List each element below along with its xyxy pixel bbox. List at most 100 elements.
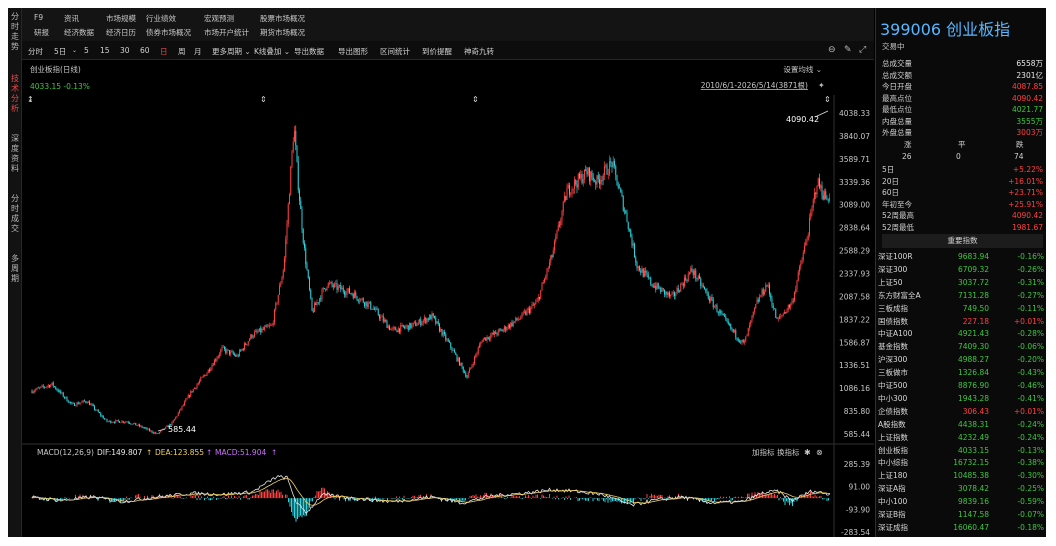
index-row[interactable]: 深证100R 9683.94 -0.16%	[878, 251, 1044, 262]
index-change: -0.07%	[1017, 510, 1044, 519]
index-row[interactable]: 中小300 1943.28 -0.41%	[878, 393, 1044, 404]
index-row[interactable]: 上证180 10485.38 -0.30%	[878, 470, 1044, 481]
index-row[interactable]: 东方财富全A 7131.28 -0.27%	[878, 290, 1044, 301]
index-row[interactable]: 深证成指 16060.47 -0.18%	[878, 522, 1044, 533]
candle-body	[172, 420, 174, 423]
add-indicator-button[interactable]: 加指标	[752, 447, 775, 457]
index-row[interactable]: 中证500 8876.90 -0.46%	[878, 380, 1044, 391]
menu-economic-data[interactable]: 经济数据	[64, 27, 94, 38]
menu-news[interactable]: 资讯	[64, 13, 79, 24]
export-image-button[interactable]: 导出图形	[338, 46, 368, 57]
candle-body	[114, 422, 115, 423]
period-intraday[interactable]: 分时	[28, 46, 43, 57]
kline-overlay-dropdown[interactable]: K线叠加 ⌄	[254, 46, 290, 57]
menu-futures-market-overview[interactable]: 期货市场概况	[260, 27, 305, 38]
minus-circle-icon[interactable]: ⊖	[828, 45, 836, 55]
quote-label: 内盘总量	[882, 116, 912, 126]
index-price: 749.50	[962, 303, 989, 313]
candle-body	[720, 310, 722, 314]
index-row[interactable]: A股指数 4438.31 -0.24%	[878, 419, 1044, 430]
menu-stock-market-overview[interactable]: 股票市场概况	[260, 13, 305, 24]
period-5min[interactable]: 5	[84, 46, 89, 55]
candle-body	[410, 323, 412, 329]
price-tick-label: 3339.36	[839, 178, 870, 187]
candle-body	[282, 270, 284, 277]
range-stats-button[interactable]: 区间统计	[380, 46, 410, 57]
menu-macro-forecast[interactable]: 宏观预测	[204, 13, 234, 24]
close-icon[interactable]: ⊗	[816, 448, 823, 457]
index-row[interactable]: 基金指数 7409.30 -0.06%	[878, 341, 1044, 352]
index-price: 6709.32	[957, 264, 989, 274]
candle-body	[674, 292, 675, 296]
gear-icon[interactable]: ✱	[804, 448, 811, 457]
candle-body	[459, 357, 460, 366]
period-monthly[interactable]: 月	[194, 46, 202, 57]
side-tab-multi-period[interactable]: 多周期	[8, 254, 22, 284]
candle-body	[479, 344, 480, 348]
index-row[interactable]: 创业板指 4033.15 -0.13%	[878, 445, 1044, 456]
candle-body	[625, 210, 627, 213]
side-tab-technical[interactable]: 技术分析	[8, 74, 22, 114]
period-30min[interactable]: 30	[120, 46, 130, 55]
candle-body	[679, 291, 680, 293]
side-tab-depth[interactable]: 深度资料	[8, 134, 22, 174]
pin-icon[interactable]: ✦	[818, 81, 825, 90]
menu-research[interactable]: 研报	[34, 27, 49, 38]
marker-icon[interactable]: ⇕	[824, 95, 831, 104]
period-5day-caret[interactable]: ⌄	[72, 47, 77, 54]
switch-indicator-button[interactable]: 换指标	[777, 447, 800, 457]
period-weekly[interactable]: 周	[178, 46, 186, 57]
index-row[interactable]: 上证50 3037.72 -0.31%	[878, 277, 1044, 288]
candle-body	[807, 235, 809, 240]
price-alert-button[interactable]: 到价提醒	[422, 46, 452, 57]
menu-account-stats[interactable]: 市场开户统计	[204, 27, 249, 38]
index-row[interactable]: 中小100 9839.16 -0.59%	[878, 496, 1044, 507]
period-daily[interactable]: 日	[160, 46, 168, 57]
candle-body	[312, 310, 314, 312]
marker-icon[interactable]: ↨	[27, 95, 34, 104]
pencil-icon[interactable]: ✎	[844, 45, 852, 55]
marker-icon[interactable]: ⇕	[260, 95, 267, 104]
export-data-button[interactable]: 导出数据	[294, 46, 324, 57]
menu-market-size[interactable]: 市场规模	[106, 13, 136, 24]
period-5day[interactable]: 5日	[54, 46, 66, 57]
kline-chart-svg[interactable]: 创业板指(日线) 4033.15 -0.13% 设置均线 ⌄ 2010/6/1-…	[22, 60, 874, 537]
index-row[interactable]: 企债指数 306.43 +0.01%	[878, 406, 1044, 417]
candle-body	[494, 331, 495, 335]
period-60min[interactable]: 60	[140, 46, 150, 55]
candle-body	[560, 220, 562, 226]
side-tab-trades[interactable]: 分时成交	[8, 194, 22, 234]
menu-industry-performance[interactable]: 行业绩效	[146, 13, 176, 24]
index-row[interactable]: 国债指数 227.18 +0.01%	[878, 316, 1044, 327]
index-row[interactable]: 中小综指 16732.15 -0.38%	[878, 457, 1044, 468]
magic-nine-button[interactable]: 神奇九转	[464, 46, 494, 57]
marker-icon[interactable]: ⇕	[472, 95, 479, 104]
index-row[interactable]: 深证A指 3078.42 -0.25%	[878, 483, 1044, 494]
candle-body	[567, 185, 569, 189]
index-row[interactable]: 中证A100 4921.43 -0.28%	[878, 328, 1044, 339]
index-row[interactable]: 深证300 6709.32 -0.26%	[878, 264, 1044, 275]
date-range[interactable]: 2010/6/1-2026/5/14(3871根)	[701, 80, 808, 90]
candle-body	[230, 351, 232, 355]
index-row[interactable]: 三板成指 749.50 -0.11%	[878, 303, 1044, 314]
index-row[interactable]: 上证指数 4232.49 -0.24%	[878, 432, 1044, 443]
candle-body	[374, 308, 375, 310]
chart-area[interactable]: 创业板指(日线) 4033.15 -0.13% 设置均线 ⌄ 2010/6/1-…	[22, 60, 874, 537]
period-15min[interactable]: 15	[100, 46, 110, 55]
candle-body	[256, 330, 258, 332]
menu-f9[interactable]: F9	[34, 13, 43, 22]
candle-body	[466, 376, 468, 378]
low-annotation: 585.44	[168, 425, 196, 434]
expand-icon[interactable]: ⤢	[859, 45, 866, 55]
side-tab-intraday[interactable]: 分时走势	[8, 12, 22, 52]
more-period-dropdown[interactable]: 更多周期 ⌄	[212, 46, 251, 57]
candle-body	[527, 308, 529, 310]
index-row[interactable]: 沪深300 4988.27 -0.20%	[878, 354, 1044, 365]
ma-settings-dropdown[interactable]: 设置均线 ⌄	[783, 64, 822, 74]
index-row[interactable]: 三板做市 1326.84 -0.43%	[878, 367, 1044, 378]
menu-bond-market-overview[interactable]: 债券市场概况	[146, 27, 191, 38]
index-change: -0.16%	[1017, 252, 1044, 261]
index-row[interactable]: 深证B指 1147.58 -0.07%	[878, 509, 1044, 520]
candle-body	[355, 292, 357, 297]
menu-economic-calendar[interactable]: 经济日历	[106, 27, 136, 38]
